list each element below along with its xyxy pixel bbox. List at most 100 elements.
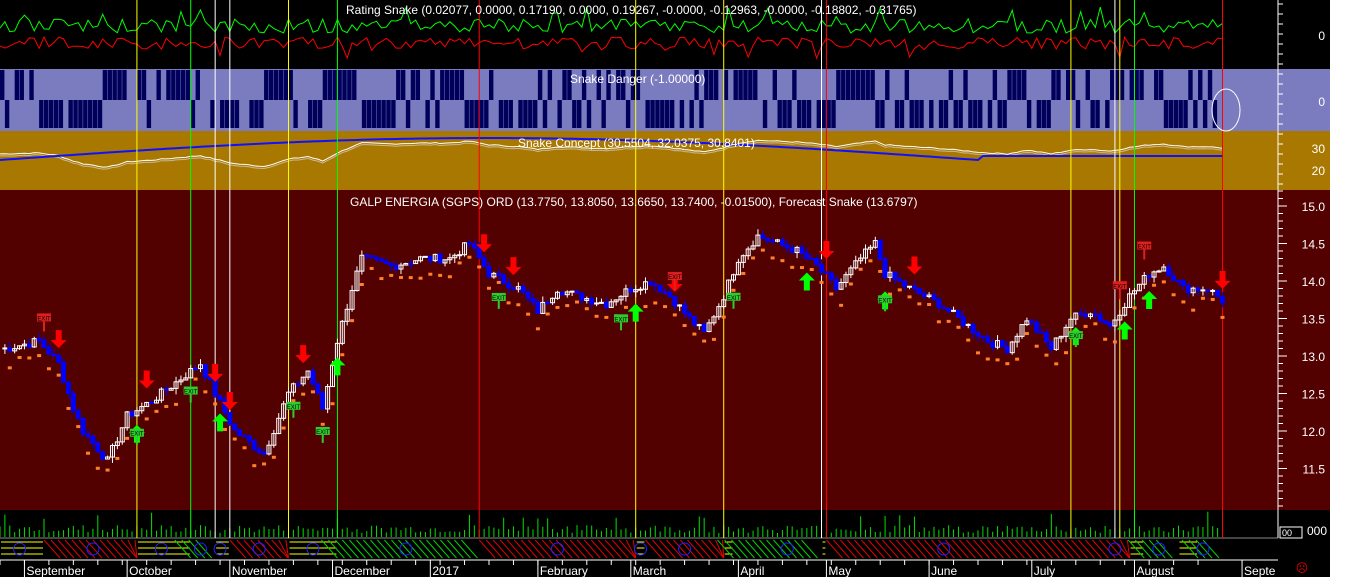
forecast-dot	[751, 256, 756, 260]
danger-block	[1002, 100, 1007, 128]
candle-body	[1034, 321, 1040, 333]
danger-block	[474, 100, 479, 128]
exit-label: EXIT	[492, 296, 506, 302]
danger-block	[312, 100, 318, 128]
danger-block	[782, 100, 787, 128]
danger-block	[801, 100, 807, 128]
exit-label: EXIT	[316, 430, 330, 436]
forecast-dot	[105, 468, 110, 472]
forecast-dot	[369, 266, 374, 270]
forecast-dot	[790, 265, 795, 269]
sad-face-icon[interactable]: ☹	[1296, 561, 1309, 575]
danger-block	[557, 100, 562, 128]
month-label: June	[931, 564, 957, 577]
forecast-dot	[1191, 308, 1196, 312]
forecast-dot	[858, 267, 863, 271]
candle-body	[1048, 341, 1054, 350]
danger-block	[1139, 70, 1144, 100]
danger-block	[899, 100, 905, 128]
candle-body	[701, 324, 707, 333]
forecast-dot	[878, 269, 883, 273]
danger-block	[914, 100, 919, 128]
candle-body	[686, 312, 692, 317]
danger-block	[713, 70, 719, 100]
danger-block	[117, 70, 122, 100]
candle-body	[393, 265, 399, 270]
candle-body	[975, 332, 981, 337]
danger-block	[523, 100, 528, 128]
candle-body	[877, 240, 883, 260]
exit-label: EXIT	[1069, 334, 1083, 340]
danger-block	[880, 100, 885, 128]
danger-block	[288, 70, 293, 100]
forecast-dot	[985, 357, 990, 361]
forecast-dot	[917, 302, 922, 306]
forecast-dot	[222, 427, 227, 431]
forecast-dot	[76, 425, 81, 429]
candle-body	[1200, 289, 1206, 292]
danger-block	[107, 70, 112, 100]
danger-block	[997, 100, 1002, 128]
candle-body	[202, 364, 208, 378]
exit-label: EXIT	[37, 316, 51, 322]
forecast-dot	[506, 301, 511, 305]
candle-body	[61, 361, 67, 383]
danger-block	[948, 70, 954, 100]
stock-chart[interactable]: EXIT EXIT EXIT EXIT EXIT EXIT EXIT EXIT EXIT EXIT…	[0, 0, 1352, 577]
danger-block	[577, 100, 582, 128]
candle-body	[545, 301, 551, 304]
candle-body	[7, 347, 13, 352]
candle-body	[892, 271, 898, 280]
danger-block	[865, 70, 870, 100]
danger-block	[723, 70, 729, 100]
forecast-dot	[956, 325, 961, 329]
forecast-dot	[516, 303, 521, 307]
forecast-dot	[545, 312, 550, 316]
price-axis-label: 12.0	[1302, 425, 1326, 439]
forecast-dot	[1200, 296, 1205, 300]
forecast-dot	[203, 390, 208, 394]
forecast-dot	[1005, 362, 1010, 366]
danger-block	[19, 70, 24, 100]
month-label: November	[232, 564, 287, 577]
candle-body	[1107, 322, 1113, 327]
forecast-dot	[1034, 344, 1039, 348]
danger-block	[650, 100, 655, 128]
danger-block	[444, 70, 450, 100]
candle-body	[90, 435, 96, 444]
danger-block	[919, 100, 924, 128]
forecast-dot	[457, 261, 462, 265]
exit-label: EXIT	[287, 405, 301, 411]
danger-block	[308, 100, 313, 128]
candle-body	[374, 256, 380, 260]
forecast-dot	[359, 283, 364, 287]
danger-block	[1173, 100, 1178, 128]
candle-body	[369, 255, 375, 258]
danger-block	[405, 100, 411, 128]
danger-block	[1154, 70, 1159, 100]
candle-body	[657, 285, 663, 293]
candle-body	[765, 237, 771, 242]
exit-label: EXIT	[184, 390, 198, 396]
forecast-dot	[350, 319, 355, 323]
forecast-dot	[868, 259, 873, 263]
price-axis-label: 11.5	[1303, 463, 1326, 477]
candle-body	[970, 323, 976, 334]
candle-body	[804, 252, 810, 260]
candle-body	[916, 287, 922, 294]
danger-block	[268, 70, 274, 100]
danger-block	[1198, 70, 1203, 100]
danger-block	[190, 100, 196, 128]
forecast-dot	[262, 462, 267, 466]
forecast-dot	[565, 304, 570, 308]
forecast-dot	[663, 305, 668, 309]
candle-body	[1215, 289, 1221, 298]
danger-block	[83, 100, 88, 128]
forecast-dot	[66, 406, 71, 410]
danger-block	[968, 100, 973, 128]
danger-block	[278, 70, 284, 100]
candle-body	[246, 435, 252, 442]
forecast-dot	[281, 426, 286, 430]
danger-block	[283, 70, 289, 100]
danger-block	[894, 100, 900, 128]
